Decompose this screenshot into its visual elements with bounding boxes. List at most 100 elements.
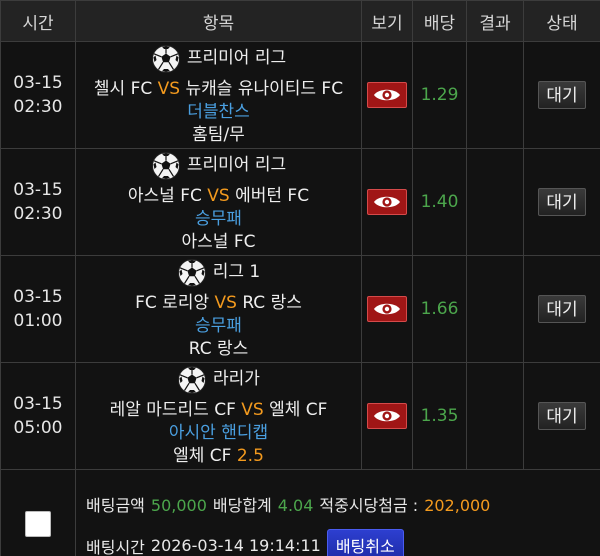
view-cell [361, 362, 413, 470]
bet-pick-line: RC 랑스 [76, 338, 361, 361]
bet-pick-line: 홈팀/무 [76, 124, 361, 147]
odds-cell: 1.29 [412, 41, 467, 149]
home-team: 아스널 FC [127, 185, 202, 206]
match-time: 05:00 [13, 418, 63, 438]
status-button[interactable]: 대기 [538, 295, 586, 323]
odds-cell: 1.35 [412, 362, 467, 470]
summary-line-time: 배팅시간 2026-03-14 19:14:11 배팅취소 [86, 526, 600, 556]
bet-market: 더블찬스 [187, 101, 250, 122]
match-teams: FC 로리앙 VS RC 랑스 [76, 292, 361, 315]
view-cell [361, 41, 413, 149]
item-cell: 리그 1 FC 로리앙 VS RC 랑스 승무패 RC 랑스 [75, 255, 362, 363]
bet-summary: 배팅금액 50,000 배당합계 4.04 적중시당첨금 :202,000 배팅시간 20… [75, 469, 600, 556]
odds-cell: 1.40 [412, 148, 467, 256]
view-button[interactable] [367, 296, 407, 322]
match-teams: 첼시 FC VS 뉴캐슬 유나이티드 FC [76, 78, 361, 101]
match-date: 03-15 [13, 180, 63, 200]
odds-cell: 1.66 [412, 255, 467, 363]
view-cell [361, 148, 413, 256]
vs-label: VS [241, 399, 264, 420]
view-button[interactable] [367, 82, 407, 108]
bet-row: 03-15 02:30 프리미어 리그 [0, 148, 600, 256]
header-odds: 배당 [412, 0, 467, 42]
bet-pick: 엘체 CF [173, 445, 232, 466]
time-cell: 03-15 02:30 [0, 148, 76, 256]
bet-pick: RC 랑스 [188, 338, 249, 359]
odds-value: 1.66 [420, 299, 459, 319]
bet-summary-row: 배팅금액 50,000 배당합계 4.04 적중시당첨금 :202,000 배팅시간 20… [0, 469, 600, 556]
view-button[interactable] [367, 403, 407, 429]
bet-time-value: 2026-03-14 19:14:11 [150, 536, 321, 555]
view-button[interactable] [367, 189, 407, 215]
bet-row: 03-15 05:00 라리가 레알 마드리드 CF VS 엘체 CF 아시안 … [0, 362, 600, 470]
handicap-value: 2.5 [236, 445, 264, 466]
home-team: FC 로리앙 [135, 292, 210, 313]
result-cell [466, 255, 524, 363]
status-cell: 대기 [523, 255, 600, 363]
league-line: 라리가 [177, 365, 260, 395]
status-button[interactable]: 대기 [538, 188, 586, 216]
bet-history-table: 시간 항목 보기 배당 결과 상태 03-15 02:30 프리미어 리그 첼시… [0, 0, 600, 556]
match-date: 03-15 [13, 287, 63, 307]
match-teams: 레알 마드리드 CF VS 엘체 CF [76, 399, 361, 422]
cancel-bet-button[interactable]: 배팅취소 [326, 528, 404, 556]
odds-value: 1.40 [420, 192, 459, 212]
item-cell: 라리가 레알 마드리드 CF VS 엘체 CF 아시안 핸디캡 엘체 CF 2.… [75, 362, 362, 470]
soccer-ball-icon [151, 44, 181, 74]
status-button[interactable]: 대기 [538, 402, 586, 430]
match-date: 03-15 [13, 394, 63, 414]
bet-market: 승무패 [195, 208, 242, 229]
bet-market: 아시안 핸디캡 [168, 422, 269, 443]
league-name: 프리미어 리그 [186, 155, 287, 175]
odds-value: 1.35 [420, 406, 459, 426]
status-button[interactable]: 대기 [538, 81, 586, 109]
bet-amount-value: 50,000 [150, 495, 207, 515]
odds-value: 1.29 [420, 85, 459, 105]
status-cell: 대기 [523, 41, 600, 149]
league-name: 리그 1 [212, 262, 261, 282]
header-item: 항목 [75, 0, 362, 42]
header-time: 시간 [0, 0, 76, 42]
item-cell: 프리미어 리그 아스널 FC VS 에버턴 FC 승무패 아스널 FC [75, 148, 362, 256]
result-cell [466, 41, 524, 149]
bet-pick: 아스널 FC [181, 231, 256, 252]
away-team: 뉴캐슬 유나이티드 FC [185, 78, 344, 99]
match-time: 02:30 [13, 97, 63, 117]
league-line: 프리미어 리그 [151, 151, 286, 181]
match-time: 01:00 [13, 311, 63, 331]
bet-pick: 홈팀/무 [192, 124, 245, 145]
eye-icon [374, 303, 400, 315]
expected-win-value: 202,000 [424, 495, 491, 515]
match-time: 02:30 [13, 204, 63, 224]
eye-icon [374, 410, 400, 422]
time-cell: 03-15 05:00 [0, 362, 76, 470]
expected-win-label: 적중시당첨금 : [319, 495, 419, 515]
soccer-ball-icon [177, 365, 207, 395]
header-status: 상태 [523, 0, 600, 42]
time-cell: 03-15 01:00 [0, 255, 76, 363]
item-cell: 프리미어 리그 첼시 FC VS 뉴캐슬 유나이티드 FC 더블찬스 홈팀/무 [75, 41, 362, 149]
select-cell [0, 469, 76, 556]
select-checkbox[interactable] [25, 510, 51, 537]
table-header-row: 시간 항목 보기 배당 결과 상태 [0, 0, 600, 42]
away-team: RC 랑스 [242, 292, 302, 313]
bet-row: 03-15 02:30 프리미어 리그 [0, 41, 600, 149]
match-date: 03-15 [13, 73, 63, 93]
away-team: 에버턴 FC [235, 185, 310, 206]
vs-label: VS [157, 78, 181, 99]
soccer-ball-icon [151, 151, 181, 181]
match-teams: 아스널 FC VS 에버턴 FC [76, 185, 361, 208]
status-cell: 대기 [523, 148, 600, 256]
time-cell: 03-15 02:30 [0, 41, 76, 149]
bet-time-label: 배팅시간 [86, 537, 145, 556]
away-team: 엘체 CF [269, 399, 328, 420]
bet-amount-label: 배팅금액 [86, 495, 145, 515]
bet-slip-panel: 시간 항목 보기 배당 결과 상태 03-15 02:30 프리미어 리그 첼시… [0, 0, 600, 556]
vs-label: VS [207, 185, 230, 206]
vs-label: VS [214, 292, 237, 313]
result-cell [466, 148, 524, 256]
league-line: 프리미어 리그 [151, 44, 286, 74]
eye-icon [374, 89, 400, 101]
eye-icon [374, 196, 400, 208]
status-cell: 대기 [523, 362, 600, 470]
